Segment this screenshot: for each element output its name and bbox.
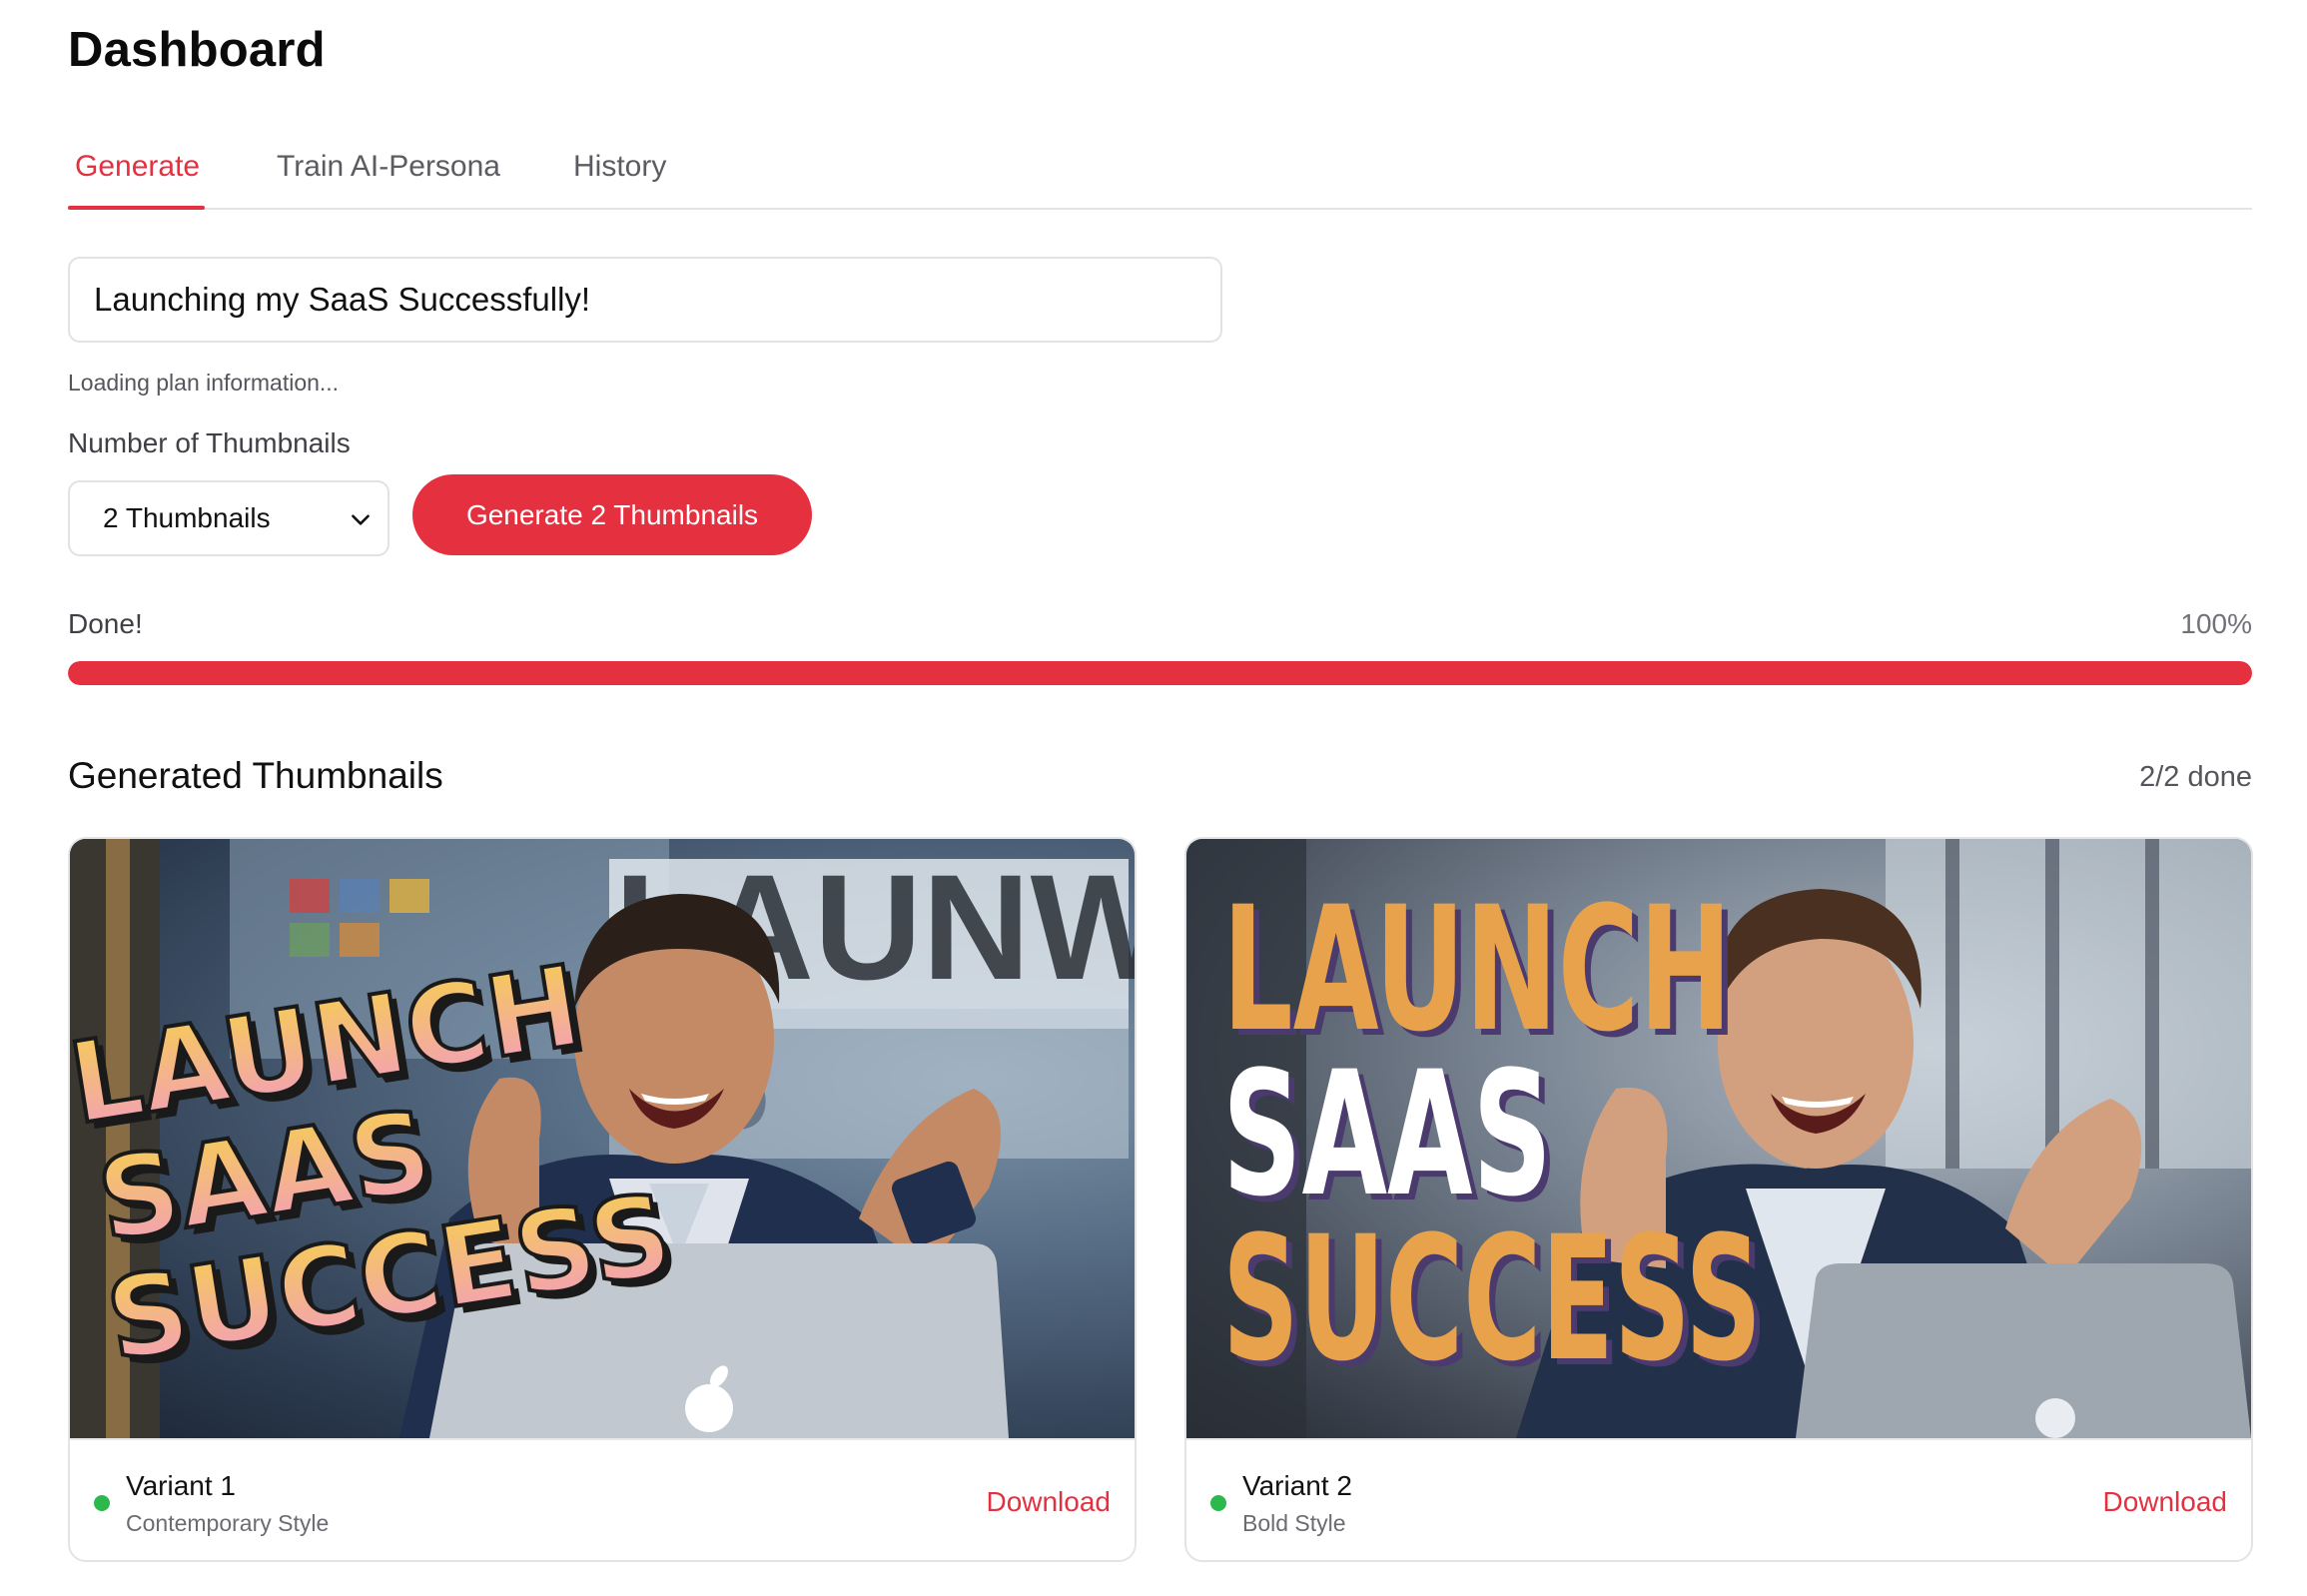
- download-button[interactable]: Download: [986, 1486, 1111, 1518]
- thumbnail-image-1[interactable]: LAUNW DO: [70, 839, 1135, 1438]
- results-heading: Generated Thumbnails: [68, 755, 443, 796]
- video-title-input[interactable]: [68, 257, 1222, 343]
- progress-status: Done!: [68, 608, 143, 639]
- variant-name: Variant 1: [126, 1470, 236, 1501]
- thumbnail-count-label: Number of Thumbnails: [68, 427, 351, 458]
- progress-bar-fill: [68, 661, 2252, 685]
- variant-style: Bold Style: [1242, 1510, 1346, 1536]
- tab-bar: Generate Train AI-Persona History: [68, 140, 2252, 210]
- status-dot-icon: [1210, 1495, 1226, 1511]
- thumbnail-image-2[interactable]: LAUNCH LAUNCH SAAS SAAS SUCCESS SUCCESS: [1186, 839, 2251, 1438]
- thumbnail-card-2: LAUNCH LAUNCH SAAS SAAS SUCCESS SUCCESS …: [1184, 837, 2253, 1562]
- variant-style: Contemporary Style: [126, 1510, 330, 1536]
- generate-button[interactable]: Generate 2 Thumbnails: [412, 474, 812, 555]
- results-count: 2/2 done: [2139, 761, 2252, 793]
- thumbnail-count-select[interactable]: 2 Thumbnails: [68, 480, 389, 556]
- thumbnail-card-1: LAUNW DO: [68, 837, 1137, 1562]
- card-footer: Variant 1 Contemporary Style Download: [70, 1438, 1135, 1560]
- status-dot-icon: [94, 1495, 110, 1511]
- tab-history[interactable]: History: [573, 150, 666, 184]
- tab-generate[interactable]: Generate: [75, 150, 200, 184]
- thumbnail-headline-line-3: SUCCESS: [1222, 1198, 1762, 1399]
- thumbnail-count-value: 2 Thumbnails: [103, 502, 271, 533]
- tab-train-ai-persona[interactable]: Train AI-Persona: [277, 150, 500, 184]
- progress-bar: [68, 661, 2252, 685]
- variant-name: Variant 2: [1242, 1470, 1352, 1501]
- chevron-down-icon: [352, 514, 370, 525]
- dashboard-page: Dashboard Generate Train AI-Persona Hist…: [0, 0, 2307, 1596]
- download-button[interactable]: Download: [2102, 1486, 2227, 1518]
- thumbnail-artwork-1: LAUNW DO: [70, 839, 1135, 1438]
- page-title: Dashboard: [68, 23, 326, 77]
- plan-info-text: Loading plan information...: [68, 370, 340, 396]
- thumbnail-artwork-2: LAUNCH LAUNCH SAAS SAAS SUCCESS SUCCESS: [1186, 839, 2251, 1438]
- active-tab-indicator: [68, 206, 205, 210]
- progress-percent: 100%: [2180, 608, 2252, 639]
- card-footer: Variant 2 Bold Style Download: [1186, 1438, 2251, 1560]
